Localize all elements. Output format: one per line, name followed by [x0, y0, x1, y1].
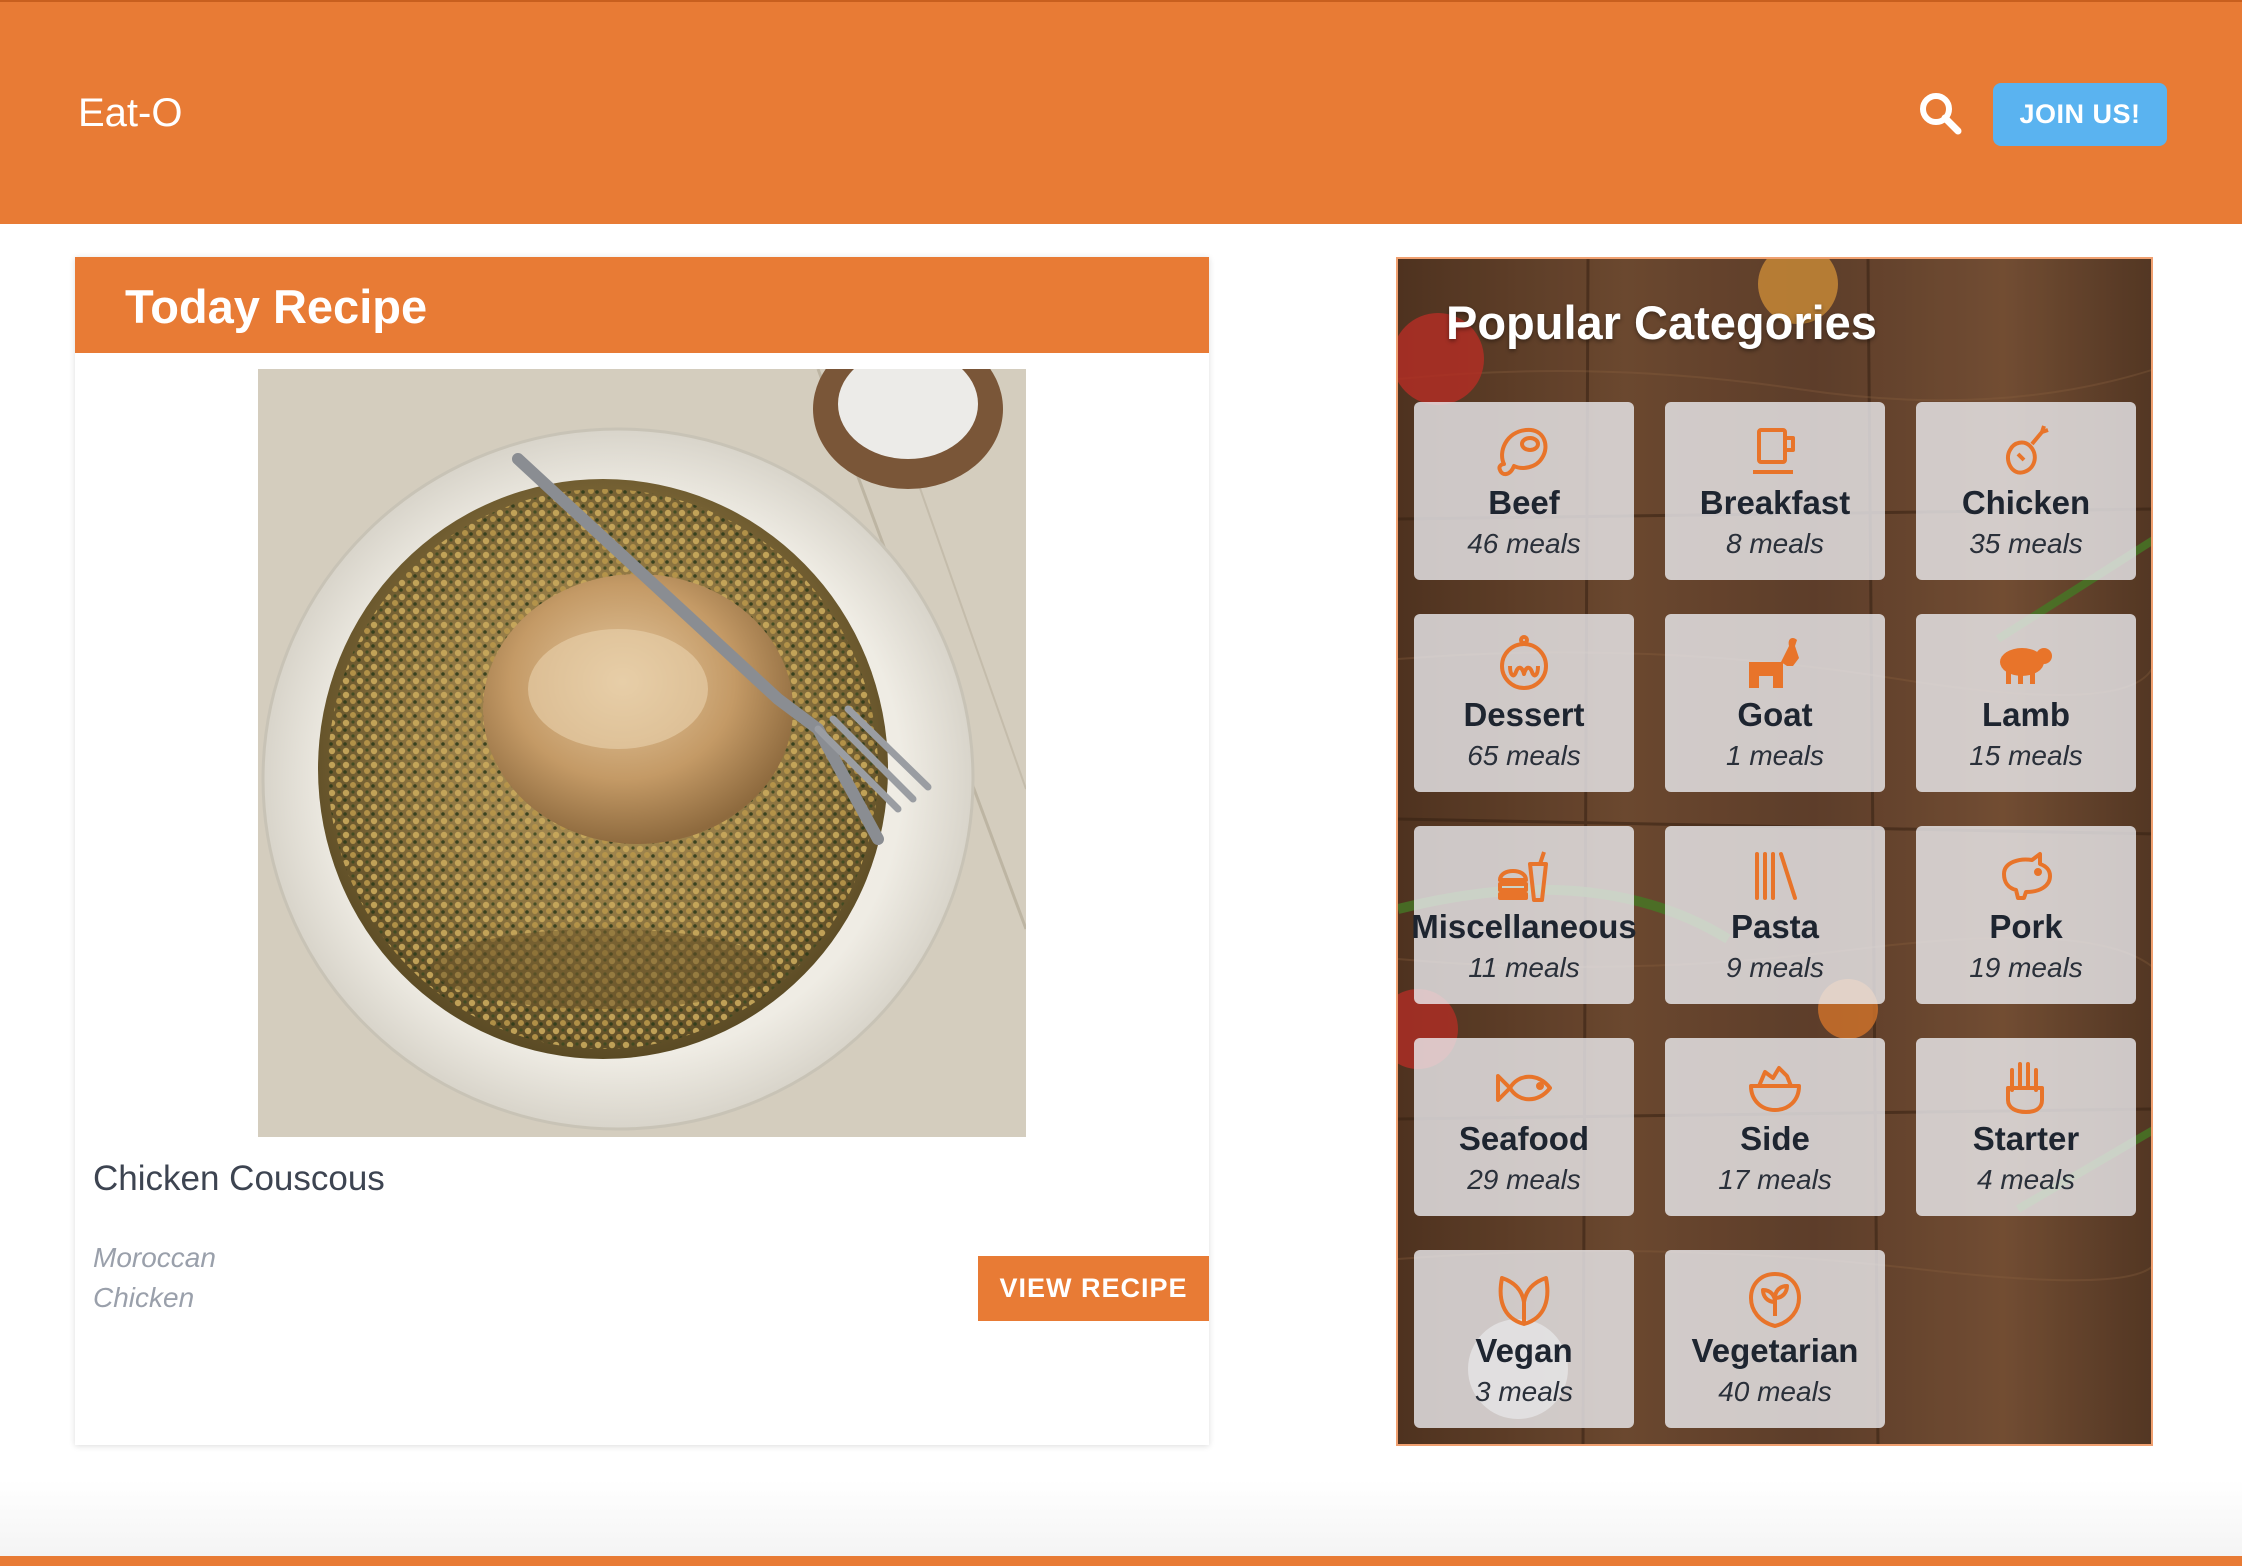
fast-food-icon	[1498, 851, 1548, 902]
category-count: 9 meals	[1725, 952, 1825, 983]
category-count: 40 meals	[1718, 1376, 1832, 1407]
category-tile-vegan[interactable]: Vegan 3 meals	[1414, 1250, 1634, 1428]
category-tile-goat[interactable]: Goat 1 meals	[1665, 614, 1885, 792]
today-recipe-card: Today Recipe Chicken Couscous Moroccan C…	[75, 257, 1209, 1445]
pasta-icon	[1755, 852, 1797, 900]
category-tile-lamb[interactable]: Lamb 15 meals	[1916, 614, 2136, 792]
category-tile-seafood[interactable]: Seafood 29 meals	[1414, 1038, 1634, 1216]
category-name: Side	[1740, 1120, 1810, 1157]
category-name: Breakfast	[1699, 484, 1851, 521]
popular-categories-panel: Popular Categories Beef 46 meals Breakfa…	[1396, 257, 2153, 1446]
chicken-leg-icon	[2005, 425, 2049, 475]
today-recipe-header: Today Recipe	[75, 257, 1209, 353]
pig-icon	[2002, 852, 2052, 900]
goat-icon	[1749, 638, 1799, 688]
category-name: Pasta	[1730, 908, 1820, 945]
category-count: 1 meals	[1725, 740, 1825, 771]
recipe-name: Chicken Couscous	[93, 1159, 385, 1198]
bowl-icon	[1749, 1066, 1801, 1112]
sheep-icon	[2000, 648, 2052, 684]
category-count: 29 meals	[1467, 1164, 1581, 1195]
category-count: 3 meals	[1474, 1376, 1574, 1407]
vegan-leaf-icon	[1498, 1276, 1550, 1326]
category-tile-vegetarian[interactable]: Vegetarian 40 meals	[1665, 1250, 1885, 1428]
category-count: 35 meals	[1969, 528, 2083, 559]
category-name: Miscellaneous	[1411, 908, 1637, 945]
category-tile-starter[interactable]: Starter 4 meals	[1916, 1038, 2136, 1216]
category-tile-pasta[interactable]: Pasta 9 meals	[1665, 826, 1885, 1004]
page-footer-area	[0, 1480, 2242, 1556]
category-name: Lamb	[1981, 696, 2070, 733]
category-count: 17 meals	[1718, 1164, 1832, 1195]
hand-icon	[2006, 1062, 2044, 1114]
join-us-button[interactable]: JOIN US!	[1993, 83, 2167, 146]
view-recipe-button[interactable]: VIEW RECIPE	[978, 1256, 1209, 1321]
category-tile-breakfast[interactable]: Breakfast 8 meals	[1665, 402, 1885, 580]
category-name: Vegan	[1475, 1332, 1573, 1369]
category-count: 19 meals	[1969, 952, 2083, 983]
category-name: Starter	[1972, 1120, 2080, 1157]
vegetarian-sprout-icon	[1749, 1272, 1801, 1328]
today-recipe-title: Today Recipe	[125, 280, 428, 333]
category-tile-miscellaneous[interactable]: Miscellaneous 11 meals	[1411, 826, 1637, 1004]
category-name: Pork	[1989, 908, 2063, 945]
category-tile-chicken[interactable]: Chicken 35 meals	[1916, 402, 2136, 580]
category-name: Vegetarian	[1691, 1332, 1859, 1369]
category-tile-dessert[interactable]: Dessert 65 meals	[1414, 614, 1634, 792]
dessert-icon	[1500, 635, 1548, 690]
category-name: Dessert	[1463, 696, 1585, 733]
category-tile-pork[interactable]: Pork 19 meals	[1916, 826, 2136, 1004]
category-count: 15 meals	[1969, 740, 2083, 771]
category-name: Seafood	[1458, 1120, 1590, 1157]
recipe-area-tag: Moroccan	[93, 1242, 216, 1273]
brand-logo[interactable]: Eat-O	[78, 91, 182, 136]
popular-categories-title: Popular Categories	[1446, 296, 1877, 349]
category-count: 65 meals	[1467, 740, 1581, 771]
search-icon[interactable]	[1916, 89, 1966, 139]
category-name: Goat	[1737, 696, 1813, 733]
category-name: Beef	[1488, 484, 1560, 521]
recipe-category-tag: Chicken	[93, 1282, 195, 1313]
coffee-cup-icon	[1753, 428, 1795, 474]
fish-icon	[1496, 1074, 1552, 1102]
recipe-image[interactable]	[258, 369, 1026, 1137]
category-count: 4 meals	[1976, 1164, 2076, 1195]
category-name: Chicken	[1961, 484, 2091, 521]
category-tile-side[interactable]: Side 17 meals	[1665, 1038, 1885, 1216]
category-count: 8 meals	[1725, 528, 1825, 559]
steak-icon	[1497, 427, 1548, 477]
top-navbar: Eat-O JOIN US!	[0, 0, 2242, 224]
category-count: 11 meals	[1468, 952, 1580, 983]
category-count: 46 meals	[1467, 528, 1581, 559]
category-tile-beef[interactable]: Beef 46 meals	[1414, 402, 1634, 580]
footer-accent-line	[0, 1556, 2242, 1566]
